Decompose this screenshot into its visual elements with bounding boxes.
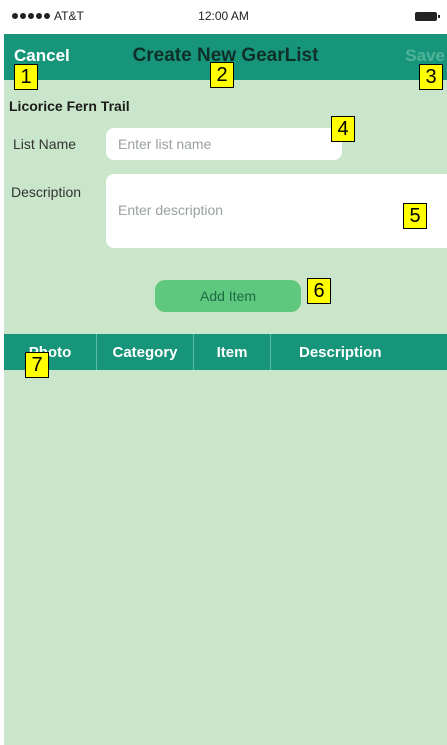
add-item-button[interactable]: Add Item <box>155 280 301 312</box>
gearlist-screen: Cancel Create New GearList Save Licorice… <box>4 34 447 745</box>
column-header-description[interactable]: Description <box>271 334 447 370</box>
annotation-badge-5: 5 <box>403 203 427 229</box>
annotation-badge-2: 2 <box>210 62 234 88</box>
annotation-badge-4: 4 <box>331 116 355 142</box>
trail-name: Licorice Fern Trail <box>9 98 130 114</box>
column-header-item[interactable]: Item <box>194 334 271 370</box>
annotation-badge-1: 1 <box>14 64 38 90</box>
annotation-badge-7: 7 <box>25 352 49 378</box>
battery-icon <box>415 12 440 21</box>
status-time: 12:00 AM <box>198 9 249 23</box>
description-label: Description <box>11 184 82 200</box>
table-header: Photo Category Item Description <box>4 334 447 370</box>
status-bar: AT&T 12:00 AM <box>0 0 447 34</box>
list-name-input[interactable] <box>106 128 342 160</box>
description-input[interactable] <box>106 174 447 248</box>
save-button[interactable]: Save <box>405 46 445 66</box>
annotation-badge-6: 6 <box>307 278 331 304</box>
column-header-photo[interactable]: Photo <box>4 334 97 370</box>
list-name-label: List Name <box>13 136 77 152</box>
column-header-category[interactable]: Category <box>97 334 194 370</box>
annotation-badge-3: 3 <box>419 64 443 90</box>
